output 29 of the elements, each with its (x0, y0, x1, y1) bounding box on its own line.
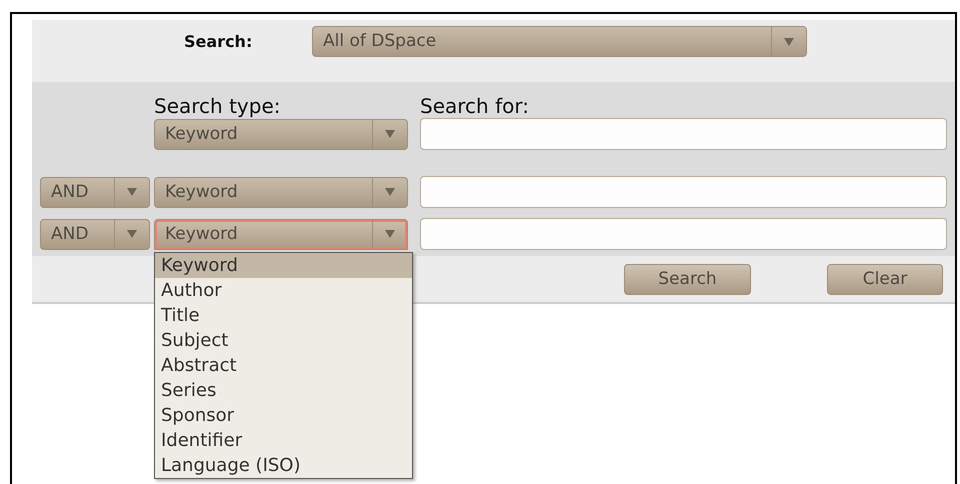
dropdown-arrow-icon (784, 38, 794, 46)
menu-option[interactable]: Subject (155, 328, 412, 352)
menu-option[interactable]: Abstract (155, 352, 412, 378)
search-input[interactable] (420, 176, 947, 208)
scope-select[interactable]: All of DSpace (312, 26, 807, 57)
search-input[interactable] (420, 218, 947, 250)
dropdown-arrow-icon (127, 230, 137, 238)
search-input[interactable] (420, 118, 947, 150)
dropdown-arrow-icon (385, 130, 395, 138)
dropdown-arrow-icon (385, 230, 395, 238)
menu-option[interactable]: Sponsor (155, 402, 412, 428)
operator-select[interactable]: AND (40, 218, 150, 250)
menu-option[interactable]: Language (ISO) (155, 452, 412, 478)
scope-label: Search: (184, 32, 254, 51)
search-type-select[interactable]: Keyword (154, 218, 408, 250)
menu-option[interactable]: Series (155, 378, 412, 402)
menu-option[interactable]: Title (155, 302, 412, 328)
menu-option[interactable]: Author (155, 278, 412, 302)
dropdown-arrow-icon (127, 188, 137, 196)
dropdown-arrow-icon (385, 188, 395, 196)
search-type-select[interactable]: Keyword (154, 118, 408, 150)
menu-option[interactable]: Keyword (155, 252, 412, 278)
menu-option[interactable]: Identifier (155, 428, 412, 452)
search-type-select[interactable]: Keyword (154, 176, 408, 208)
search-for-heading: Search for: (420, 94, 529, 118)
search-button[interactable]: Search (624, 264, 751, 294)
search-type-heading: Search type: (154, 94, 282, 118)
clear-button[interactable]: Clear (827, 264, 943, 294)
operator-select[interactable]: AND (40, 176, 150, 208)
